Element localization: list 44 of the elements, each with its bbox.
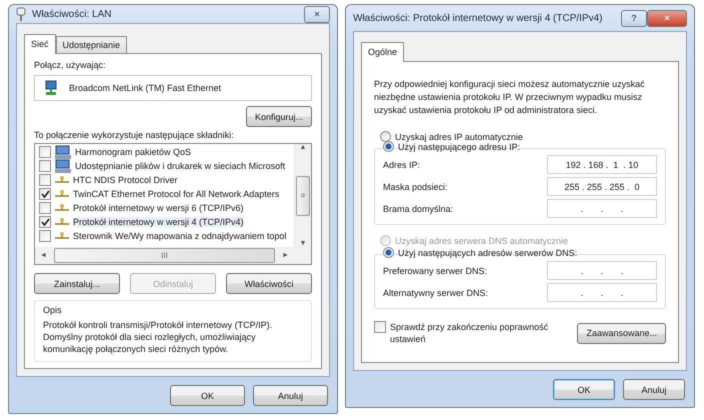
configure-button[interactable]: Konfiguruj... bbox=[246, 106, 312, 127]
action-button[interactable]: Właściwości bbox=[226, 273, 312, 294]
field-label: Połącz, używając: bbox=[34, 60, 107, 70]
close-button[interactable]: × bbox=[304, 6, 330, 22]
field-label: Brama domyślna: bbox=[383, 204, 454, 214]
list-item[interactable]: Protokół internetowy w wersji 6 (TCP/IPv6) bbox=[73, 203, 244, 213]
window-title: Właściwości: LAN bbox=[32, 8, 112, 20]
ip-address-field[interactable]: 255 . 255 . 255 . 0 bbox=[547, 177, 657, 196]
intro-text: Przy odpowiedniej konfiguracji sieci możesz automatycznie uzyskać niezbędne ustawienia protokołu IP. W przeciwnym wypadku musisz uzyskać ustawienia protokołu IP od administratora sieci. bbox=[374, 78, 646, 117]
list-item[interactable]: Udostępnianie plików i drukarek w sieciach Microsoft bbox=[75, 161, 286, 171]
tab[interactable]: Udostępnianie bbox=[56, 36, 128, 53]
list-item[interactable]: Harmonogram pakietów QoS bbox=[75, 147, 192, 157]
group-title: Opis bbox=[43, 305, 62, 315]
field-label: Adres IP: bbox=[383, 160, 420, 170]
dialog-button[interactable]: OK bbox=[170, 385, 245, 406]
tab[interactable]: Sieć bbox=[24, 34, 56, 54]
field-label: To połączenie wykorzystuje następujące składniki: bbox=[34, 130, 235, 140]
action-button[interactable]: Zainstaluj... bbox=[34, 273, 120, 294]
scrollbar-thumb[interactable]: ≡ bbox=[296, 176, 310, 216]
radio-label[interactable]: Uzyskaj adres IP automatycznie bbox=[395, 132, 523, 142]
list-item[interactable]: TwinCAT Ethernet Protocol for All Network Adapters bbox=[73, 189, 280, 199]
field-label: Alternatywny serwer DNS: bbox=[383, 288, 488, 298]
help-button[interactable]: ? bbox=[621, 10, 647, 26]
list-item[interactable]: Sterownik We/Wy mapowania z odnajdywaniem topol bbox=[73, 231, 286, 241]
radio-label[interactable]: Użyj następujących adresów serwerów DNS: bbox=[398, 248, 578, 258]
ip-address-field[interactable]: . . . bbox=[547, 283, 657, 302]
adapter-name: Broadcom NetLink (TM) Fast Ethernet bbox=[69, 83, 222, 93]
window-title: Właściwości: Protokół internetowy w wersji 4 (TCP/IPv4) bbox=[353, 12, 604, 24]
tab[interactable]: Ogólne bbox=[361, 42, 404, 62]
dialog-button[interactable]: Anuluj bbox=[623, 379, 685, 400]
advanced-button[interactable]: Zaawansowane... bbox=[577, 322, 666, 344]
ip-address-field[interactable]: . . . bbox=[547, 261, 657, 280]
dialog-button[interactable]: Anuluj bbox=[253, 385, 328, 406]
scrollbar-thumb[interactable]: III bbox=[54, 248, 275, 263]
list-item[interactable]: Protokół internetowy w wersji 4 (TCP/IPv4) bbox=[73, 217, 244, 227]
ip-address-field[interactable]: 192 . 168 . 1 . 10 bbox=[547, 155, 657, 174]
dialog-button[interactable]: OK bbox=[553, 379, 615, 400]
field-label: Preferowany serwer DNS: bbox=[383, 266, 488, 276]
radio-label[interactable]: Użyj następującego adresu IP: bbox=[398, 142, 520, 152]
list-item[interactable]: HTC NDIS Protocol Driver bbox=[73, 175, 178, 185]
field-label: Maska podsieci: bbox=[383, 182, 448, 192]
checkbox-label[interactable]: Sprawdź przy zakończeniu poprawność ustawień bbox=[390, 321, 550, 345]
description-text: Protokół kontroli transmisji/Protokół internetowy (TCP/IP). Domyślny protokół dla sieci rozległych, umożliwiający komunikację połączonych sieci różnych typów. bbox=[43, 319, 274, 355]
ip-address-field[interactable]: . . . bbox=[547, 199, 657, 218]
